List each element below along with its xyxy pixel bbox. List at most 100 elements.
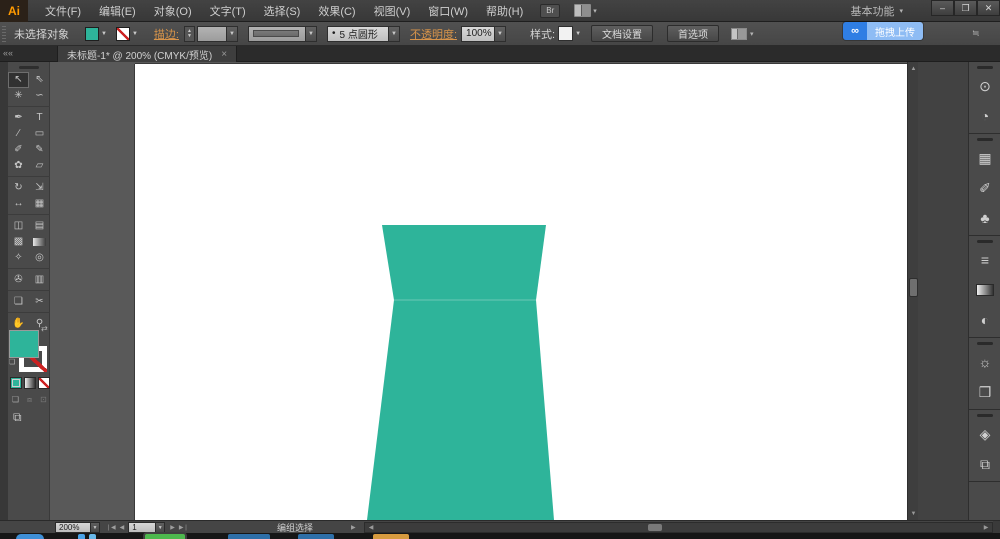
drag-upload-button[interactable]: ∞ 拖拽上传	[843, 22, 923, 40]
draw-behind-icon[interactable]: ⧈	[23, 394, 36, 405]
draw-inside-icon[interactable]: ⊡	[37, 394, 50, 405]
swap-fill-stroke-icon[interactable]: ⇄	[41, 324, 48, 333]
artboard-number-field[interactable]: 1	[128, 522, 156, 533]
dock-collapse-icon[interactable]: ≒	[972, 28, 980, 39]
panel-graphic-styles-icon[interactable]: ❒	[969, 377, 1000, 407]
chevron-down-icon[interactable]: ▼	[132, 31, 138, 37]
tool-shape-builder[interactable]: ◫	[8, 218, 29, 234]
taskbar-tray-dot-2[interactable]	[89, 534, 96, 539]
stroke-weight-combo[interactable]: ▼	[197, 26, 238, 42]
menu-item-2[interactable]: 对象(O)	[145, 3, 201, 19]
stroke-panel-link[interactable]: 描边:	[154, 26, 179, 42]
stroke-weight-stepper[interactable]: ▲▼	[184, 26, 195, 42]
chevron-down-icon[interactable]: ▼	[575, 31, 581, 37]
tool-slice[interactable]: ✂	[29, 294, 50, 310]
artwork-svg[interactable]	[135, 64, 957, 520]
brush-definition-combo[interactable]: • 5 点圆形 ▼	[327, 26, 400, 42]
tool-rotate[interactable]: ↻	[8, 180, 29, 196]
artwork-upper-shape[interactable]	[382, 225, 546, 300]
taskbar-tray-dot-1[interactable]	[78, 534, 85, 539]
chevron-down-icon[interactable]: ▼	[156, 522, 165, 533]
fill-color-swatch[interactable]	[85, 27, 99, 41]
menu-item-6[interactable]: 视图(V)	[365, 3, 420, 19]
workspace-switcher[interactable]: 基本功能 ▾	[850, 3, 903, 19]
tool-perspective-grid[interactable]: ▤	[29, 218, 50, 234]
menu-item-8[interactable]: 帮助(H)	[477, 3, 532, 19]
chevron-down-icon[interactable]: ▼	[101, 31, 107, 37]
menu-item-4[interactable]: 选择(S)	[255, 3, 310, 19]
tool-artboard[interactable]: ❏	[8, 294, 29, 310]
canvas-area[interactable]	[50, 62, 957, 520]
tool-column-graph[interactable]: ▥	[29, 272, 50, 288]
status-menu-icon[interactable]: ▶	[351, 522, 356, 533]
panel-color-icon[interactable]: ⊙	[969, 71, 1000, 101]
zoom-level-combo[interactable]: 200% ▼	[55, 522, 100, 533]
prev-artboard-icon[interactable]: ◀	[118, 524, 127, 531]
tool-mesh[interactable]: ▩	[8, 234, 29, 250]
tool-type[interactable]: T	[29, 110, 50, 126]
tool-eyedropper[interactable]: ✧	[8, 250, 29, 266]
panel-appearance-icon[interactable]: ☼	[969, 347, 1000, 377]
tab-close-icon[interactable]: ×	[221, 49, 227, 60]
dock-group-grip[interactable]	[977, 66, 993, 69]
dock-group-grip[interactable]	[977, 342, 993, 345]
menu-item-7[interactable]: 窗口(W)	[419, 3, 477, 19]
tool-blob-brush[interactable]: ✿	[8, 158, 29, 174]
vertical-scrollbar[interactable]: ▲ ▼	[907, 62, 918, 520]
width-profile-combo[interactable]: ▼	[248, 26, 317, 42]
style-swatch[interactable]	[558, 26, 573, 41]
share-options-button[interactable]: ▾	[731, 28, 754, 40]
horizontal-scroll-thumb[interactable]	[648, 524, 662, 531]
tool-blend[interactable]: ◎	[29, 250, 50, 266]
draw-normal-icon[interactable]: ❏	[9, 394, 22, 405]
tool-rectangle[interactable]: ▭	[29, 126, 50, 142]
horizontal-scrollbar[interactable]: ◀ ▶	[364, 522, 993, 533]
panel-artboards-icon[interactable]: ⧉	[969, 449, 1000, 479]
fill-swatch[interactable]	[9, 330, 39, 358]
tool-line-segment[interactable]: ∕	[8, 126, 29, 142]
tool-pencil[interactable]: ✎	[29, 142, 50, 158]
stroke-color-swatch[interactable]	[116, 27, 130, 41]
color-button[interactable]	[10, 377, 22, 389]
taskbar-folder[interactable]	[373, 534, 409, 539]
scroll-right-icon[interactable]: ▶	[981, 523, 991, 532]
stroke-color-control[interactable]: ▼	[116, 27, 138, 41]
artwork-lower-shape[interactable]	[367, 300, 554, 520]
scroll-left-icon[interactable]: ◀	[366, 523, 376, 532]
tool-scale[interactable]: ⇲	[29, 180, 50, 196]
panel-layers-icon[interactable]: ◈	[969, 419, 1000, 449]
last-artboard-icon[interactable]: ▶❘	[177, 524, 191, 531]
tool-width[interactable]: ↔	[8, 196, 29, 212]
chevron-down-icon[interactable]: ▼	[495, 26, 506, 42]
document-tab[interactable]: 未标题-1* @ 200% (CMYK/预览) ×	[57, 46, 237, 62]
default-swatches-icon[interactable]: ❏	[9, 358, 15, 366]
app-logo[interactable]: Ai	[0, 0, 28, 22]
tool-selection[interactable]: ↖	[8, 72, 29, 88]
taskbar-start-orb[interactable]	[16, 534, 44, 539]
panel-gradient-icon[interactable]	[969, 275, 1000, 305]
preferences-button[interactable]: 首选项	[667, 25, 719, 42]
tool-free-transform[interactable]: ▦	[29, 196, 50, 212]
panel-color-guide-icon[interactable]: ◔	[969, 101, 1000, 131]
menu-item-3[interactable]: 文字(T)	[201, 3, 255, 19]
style-combo[interactable]: ▼	[558, 26, 581, 41]
gradient-button[interactable]	[24, 377, 36, 389]
screen-mode-button[interactable]: ⧉	[13, 410, 22, 425]
panel-swatches-icon[interactable]: ▦	[969, 143, 1000, 173]
taskbar-window-1[interactable]	[228, 534, 270, 539]
panel-symbols-icon[interactable]: ♣	[969, 203, 1000, 233]
tool-pen[interactable]: ✒	[8, 110, 29, 126]
panel-brushes-icon[interactable]: ✐	[969, 173, 1000, 203]
menu-item-1[interactable]: 编辑(E)	[90, 3, 145, 19]
tool-direct-selection[interactable]: ⇖	[29, 72, 50, 88]
panel-stroke-icon[interactable]: ≡	[969, 245, 1000, 275]
artboard[interactable]	[135, 64, 957, 520]
opacity-combo[interactable]: 100% ▼	[461, 26, 506, 42]
menu-item-0[interactable]: 文件(F)	[36, 3, 90, 19]
none-button[interactable]	[38, 377, 50, 389]
chevron-down-icon[interactable]: ▼	[91, 522, 100, 533]
document-setup-button[interactable]: 文档设置	[591, 25, 653, 42]
dock-group-grip[interactable]	[977, 138, 993, 141]
menu-item-5[interactable]: 效果(C)	[309, 3, 364, 19]
arrange-documents-button[interactable]: ▾	[574, 4, 597, 17]
